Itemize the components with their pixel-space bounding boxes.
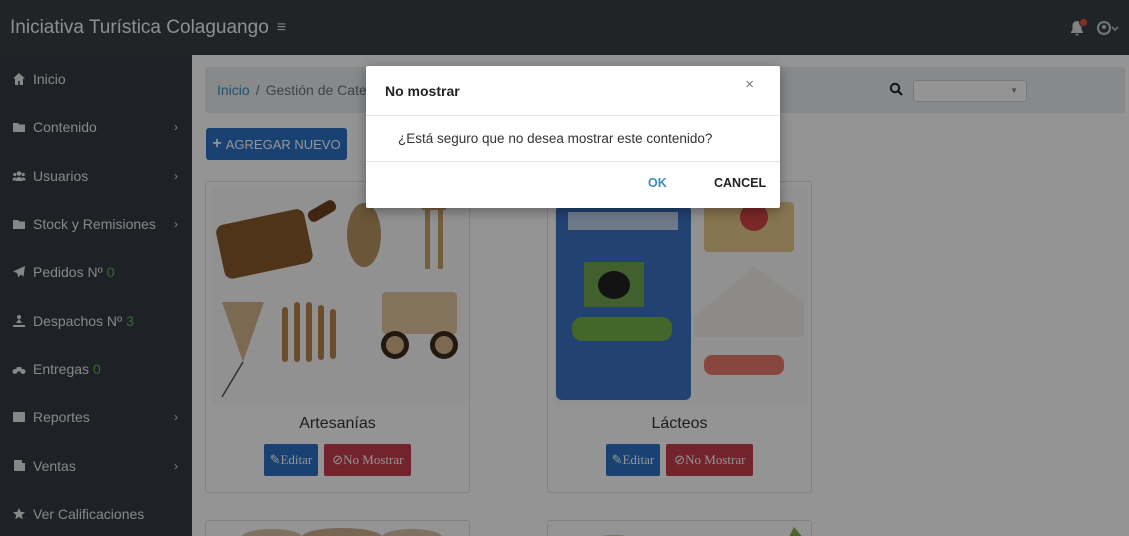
dialog-header: No mostrar × [366, 66, 780, 116]
dialog-message: ¿Está seguro que no desea mostrar este c… [398, 131, 713, 146]
dialog-footer: OK CANCEL [366, 162, 780, 208]
ok-button[interactable]: OK [648, 176, 667, 190]
confirm-dialog: No mostrar × ¿Está seguro que no desea m… [366, 66, 780, 208]
dialog-title: No mostrar [385, 82, 460, 99]
cancel-button[interactable]: CANCEL [714, 176, 766, 190]
close-icon[interactable]: × [745, 76, 754, 93]
dialog-body: ¿Está seguro que no desea mostrar este c… [366, 116, 780, 162]
